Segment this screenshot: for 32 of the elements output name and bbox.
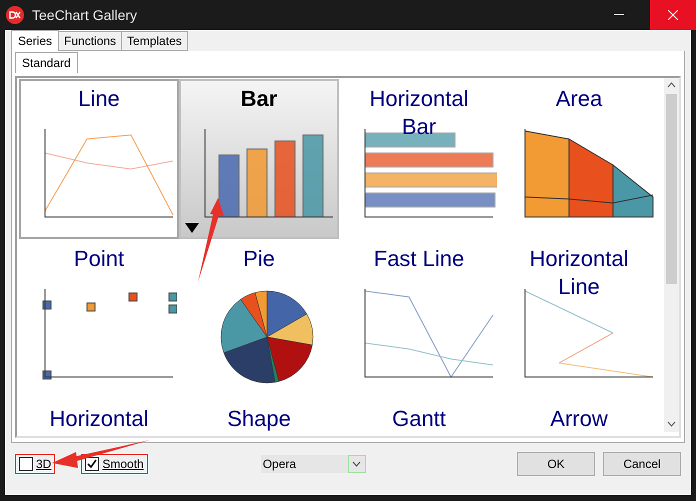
tab[interactable]: Functions: [58, 31, 122, 51]
tile-title: Gantt: [392, 405, 446, 433]
gallery-tile[interactable]: Bar: [179, 79, 339, 239]
tab[interactable]: Series: [11, 30, 60, 51]
dropdown-triangle-icon[interactable]: [185, 223, 199, 233]
tile-title: Area: [556, 85, 602, 113]
gallery-tile[interactable]: Line: [19, 79, 179, 239]
minimize-icon: [614, 14, 624, 16]
check-icon: [87, 459, 98, 469]
tile-title: Horizontal: [49, 405, 149, 433]
tile-title: Fast Line: [374, 245, 464, 273]
window-title: TeeChart Gallery: [32, 7, 138, 23]
tile-title: Horizontal Bar: [368, 85, 470, 141]
checkbox[interactable]: Smooth: [85, 457, 144, 471]
tile-title: Pie: [243, 245, 275, 273]
scrollbar[interactable]: [664, 78, 679, 432]
tile-title: Arrow: [550, 405, 608, 433]
tab[interactable]: Standard: [15, 52, 78, 73]
tile-title: Horizontal Line: [528, 245, 630, 301]
close-icon: [668, 10, 678, 20]
close-button[interactable]: [650, 0, 696, 30]
tile-title: Shape: [227, 405, 291, 433]
theme-dropdown[interactable]: Opera: [260, 455, 366, 473]
tab[interactable]: Templates: [121, 31, 188, 51]
app-logo-icon: [6, 6, 24, 24]
chevron-down-icon: [352, 461, 362, 467]
checkbox[interactable]: 3D: [19, 457, 52, 471]
ok-button[interactable]: OK: [517, 452, 595, 476]
tile-title: Point: [74, 245, 124, 273]
cancel-button[interactable]: Cancel: [603, 452, 681, 476]
tile-title: Bar: [240, 85, 278, 113]
tile-title: Line: [78, 85, 120, 113]
